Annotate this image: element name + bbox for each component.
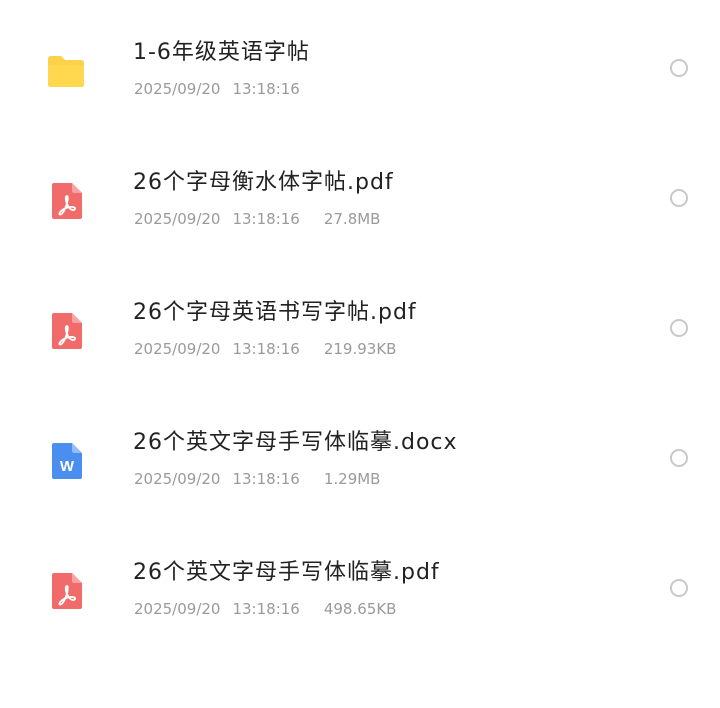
file-meta: 2025/09/20 13:18:16 498.65KB [134, 599, 396, 619]
file-date: 2025/09/20 [134, 80, 221, 98]
file-row-pdf[interactable]: 26个英文字母手写体临摹.pdf 2025/09/20 13:18:16 498.6… [0, 522, 720, 652]
file-name: 1-6年级英语字帖 [133, 40, 310, 65]
select-radio[interactable] [670, 319, 688, 337]
select-radio[interactable] [670, 59, 688, 77]
file-size: 219.93KB [323, 340, 397, 358]
pdf-icon [46, 181, 86, 221]
file-row-folder[interactable]: 1-6年级英语字帖 2025/09/20 13:18:16 [0, 2, 720, 132]
file-size: 1.29MB [323, 470, 381, 488]
file-meta: 2025/09/20 13:18:16 1.29MB [134, 469, 380, 489]
file-row-docx[interactable]: W 26个英文字母手写体临摹.docx 2025/09/20 13:18:16 1.… [0, 392, 720, 522]
file-meta: 2025/09/20 13:18:16 [134, 79, 300, 99]
select-radio[interactable] [670, 189, 688, 207]
file-date: 2025/09/20 [134, 210, 221, 228]
file-row-pdf[interactable]: 26个字母英语书写字帖.pdf 2025/09/20 13:18:16 219.93… [0, 262, 720, 392]
file-name: 26个英文字母手写体临摹.docx [133, 430, 458, 455]
file-meta: 2025/09/20 13:18:16 27.8MB [134, 209, 380, 229]
select-radio[interactable] [670, 579, 688, 597]
file-name: 26个字母衡水体字帖.pdf [133, 170, 394, 195]
file-time: 13:18:16 [232, 80, 300, 98]
file-meta: 2025/09/20 13:18:16 219.93KB [134, 339, 396, 359]
word-doc-icon: W [46, 441, 86, 481]
file-time: 13:18:16 [232, 470, 300, 488]
word-doc-icon-letter: W [60, 458, 75, 475]
file-date: 2025/09/20 [134, 340, 221, 358]
file-date: 2025/09/20 [134, 470, 221, 488]
file-time: 13:18:16 [232, 600, 300, 618]
file-name: 26个字母英语书写字帖.pdf [133, 300, 417, 325]
file-size: 27.8MB [323, 210, 381, 228]
file-row-pdf[interactable]: 26个字母衡水体字帖.pdf 2025/09/20 13:18:16 27.8MB [0, 132, 720, 262]
file-list: 1-6年级英语字帖 2025/09/20 13:18:16 26个字母衡水体字帖.… [0, 0, 720, 708]
file-name: 26个英文字母手写体临摹.pdf [133, 560, 440, 585]
pdf-icon [46, 311, 86, 351]
pdf-icon [46, 571, 86, 611]
file-time: 13:18:16 [232, 210, 300, 228]
file-time: 13:18:16 [232, 340, 300, 358]
select-radio[interactable] [670, 449, 688, 467]
file-date: 2025/09/20 [134, 600, 221, 618]
file-size: 498.65KB [323, 600, 397, 618]
folder-icon [46, 51, 86, 91]
